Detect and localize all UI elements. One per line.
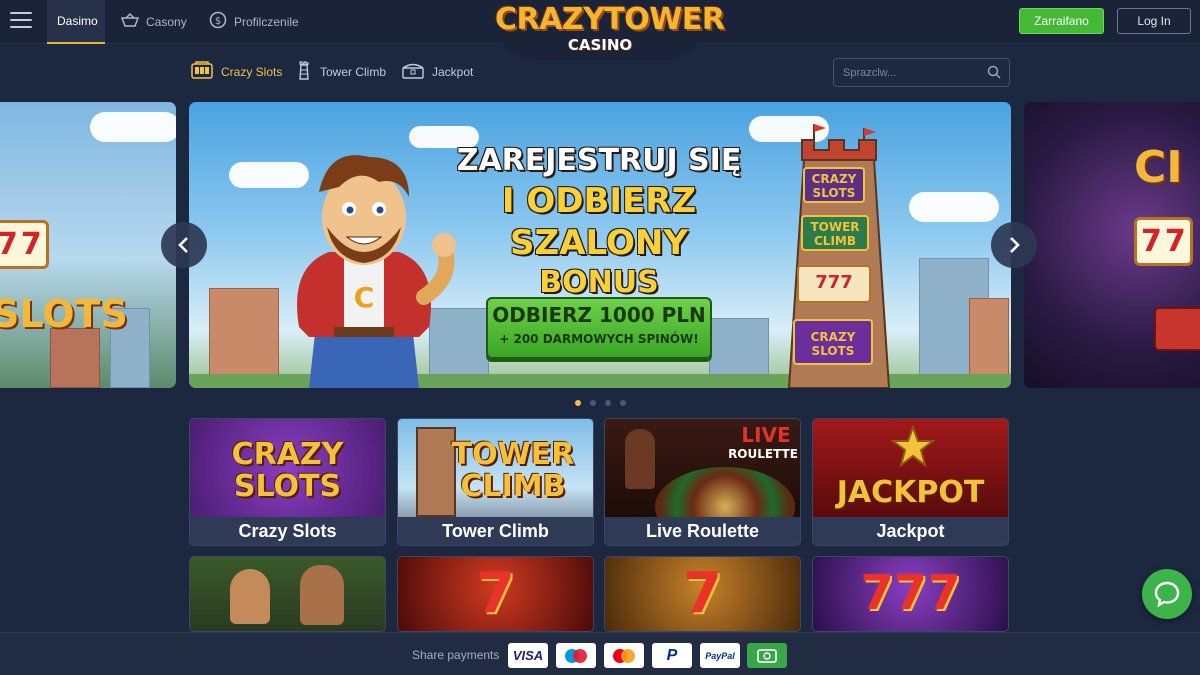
- search-input[interactable]: [843, 59, 983, 86]
- slot-machine-icon: [191, 60, 213, 84]
- carousel-dot-4[interactable]: [620, 400, 626, 406]
- mastercard-logo-icon: [613, 648, 635, 663]
- game-art-title: CRAZY SLOTS: [231, 437, 344, 504]
- chat-bubble-icon: [1154, 581, 1180, 608]
- blik-logo-icon: [757, 648, 777, 663]
- game-tile-adventure[interactable]: [189, 556, 386, 632]
- game-art-seven: 7: [683, 561, 722, 626]
- tower-sign-2: TOWER CLIMB: [810, 220, 860, 248]
- claim-bonus-button[interactable]: ODBIERZ 1000 PLN + 200 DARMOWYCH SPINÓW!: [486, 297, 712, 359]
- subnav-tower-climb-label: Tower Climb: [320, 65, 387, 79]
- nav-profile-label: Profilczenile: [234, 15, 299, 29]
- headline-line-2: I ODBIERZ SZALONY: [501, 181, 697, 263]
- headline-line-1: ZAREJESTRUJ SIĘ: [456, 143, 742, 178]
- game-tile-fruit-sevens[interactable]: 7: [604, 556, 801, 632]
- tower-sign-4: CRAZY SLOTS: [810, 330, 856, 358]
- nav-home-label: Dasimo: [57, 14, 98, 28]
- game-title: Jackpot: [813, 517, 1008, 545]
- game-art-seven: 7: [476, 561, 515, 626]
- nav-profile[interactable]: $ Profilczenile: [209, 0, 299, 44]
- payment-mastercard: [604, 643, 644, 668]
- game-tile-777[interactable]: 777: [812, 556, 1009, 632]
- game-tile-tower-climb[interactable]: TOWER CLIMB Tower Climb: [397, 418, 594, 546]
- game-art: CRAZY SLOTS: [190, 419, 385, 517]
- game-title: Live Roulette: [605, 517, 800, 545]
- game-title: Crazy Slots: [190, 517, 385, 545]
- svg-text:C: C: [354, 281, 375, 314]
- payment-paypal: PayPal: [700, 643, 740, 668]
- game-art: TOWER CLIMB: [398, 419, 593, 517]
- carousel-prev-slide-preview[interactable]: 77 SLOTS: [0, 102, 176, 388]
- game-tile-crazy-slots[interactable]: CRAZY SLOTS Crazy Slots: [189, 418, 386, 546]
- search-box: [833, 58, 1010, 87]
- carousel-next-slide-preview[interactable]: CI 77: [1024, 102, 1200, 388]
- site-logo[interactable]: CRAZYTOWER CASINO: [495, 2, 725, 60]
- next-slide-text: CI: [1134, 142, 1183, 193]
- top-bar: Dasimo Casony $ Profilczenile CRAZYTOWER…: [0, 0, 1200, 60]
- svg-text:$: $: [215, 16, 221, 27]
- carousel-dot-3[interactable]: [605, 400, 611, 406]
- nav-home[interactable]: Dasimo: [47, 0, 105, 44]
- payment-maestro: [556, 643, 596, 668]
- carousel-next-button[interactable]: [991, 222, 1037, 268]
- casino-basket-icon: [120, 12, 140, 31]
- game-tile-live-roulette[interactable]: LIVE ROULETTE Live Roulette: [604, 418, 801, 546]
- payment-visa: VISA: [508, 643, 548, 668]
- payment-p: P: [652, 643, 692, 668]
- game-art: LIVE ROULETTE: [605, 419, 800, 545]
- game-tile-jackpot[interactable]: JACKPOT Jackpot: [812, 418, 1009, 546]
- prev-slide-text: SLOTS: [0, 292, 128, 336]
- tower-sign-3: 777: [815, 272, 853, 293]
- claim-bonus-sub-label: + 200 DARMOWYCH SPINÓW!: [499, 332, 699, 346]
- slot-reel-graphic-right: 77: [1134, 217, 1193, 266]
- search-icon[interactable]: [987, 65, 1001, 79]
- subnav-jackpot[interactable]: Jackpot: [402, 58, 473, 86]
- chevron-right-icon: [1010, 237, 1020, 253]
- game-tile-sevens[interactable]: 7: [397, 556, 594, 632]
- hamburger-menu-icon[interactable]: [10, 12, 32, 30]
- carousel-pagination: [575, 400, 626, 406]
- logo-title: CRAZYTOWER: [495, 2, 725, 37]
- payment-blik: [747, 643, 787, 668]
- chat-button[interactable]: [1142, 569, 1192, 619]
- tower-icon: [296, 60, 312, 85]
- game-title: Tower Climb: [398, 517, 593, 545]
- payments-bar: Share payments VISA P PayPal: [0, 632, 1200, 675]
- subnav-tower-climb[interactable]: Tower Climb: [296, 58, 386, 86]
- game-art-title: TOWER CLIMB: [451, 437, 575, 504]
- subnav-crazy-slots-label: Crazy Slots: [221, 65, 283, 79]
- game-art-subtitle: ROULETTE: [728, 447, 798, 461]
- carousel-prev-button[interactable]: [161, 222, 207, 268]
- carousel-dot-2[interactable]: [590, 400, 596, 406]
- game-art-title: JACKPOT: [836, 475, 985, 510]
- treasure-chest-icon: [402, 61, 424, 84]
- slot-reel-graphic: 77: [0, 220, 49, 269]
- game-art-title: LIVE: [741, 423, 791, 447]
- tower-sign-1: CRAZY SLOTS: [811, 172, 857, 200]
- logo-subtitle: CASINO: [567, 36, 633, 54]
- claim-bonus-main-label: ODBIERZ 1000 PLN: [492, 303, 706, 327]
- dollar-circle-icon: $: [209, 11, 227, 33]
- chevron-left-icon: [178, 237, 188, 253]
- nav-casony-label: Casony: [146, 15, 187, 29]
- subnav-jackpot-label: Jackpot: [432, 65, 474, 79]
- carousel-dot-1[interactable]: [575, 400, 581, 406]
- register-button[interactable]: Zarraifano: [1019, 8, 1104, 34]
- subnav-crazy-slots[interactable]: Crazy Slots: [191, 58, 282, 86]
- payments-label: Share payments: [412, 648, 500, 662]
- carousel-main-slide[interactable]: C ZAREJESTRUJ SIĘ I ODBIERZ SZALONY BONU…: [189, 102, 1011, 388]
- maestro-logo-icon: [565, 648, 587, 663]
- game-art: JACKPOT: [813, 419, 1008, 517]
- login-button[interactable]: Log In: [1117, 8, 1191, 34]
- nav-casony[interactable]: Casony: [120, 0, 187, 44]
- game-art-777: 777: [860, 565, 961, 621]
